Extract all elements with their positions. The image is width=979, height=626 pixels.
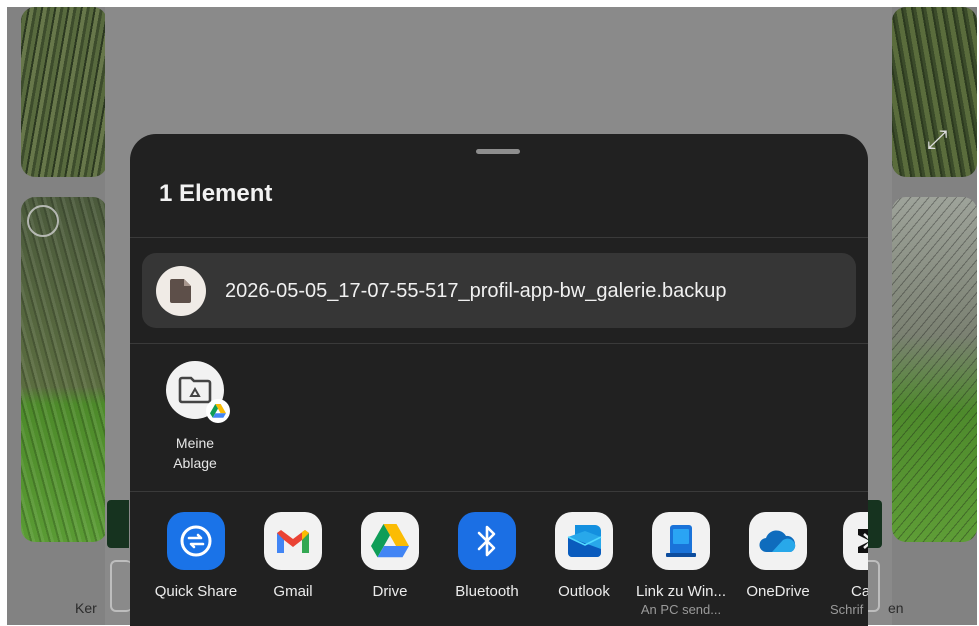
direct-target-label: Meine Ablage xyxy=(173,435,217,471)
capcut-icon xyxy=(843,512,868,570)
google-drive-icon xyxy=(361,512,419,570)
direct-share-target-my-drive[interactable]: Meine Ablage xyxy=(152,361,238,473)
app-quick-share[interactable]: Quick Share xyxy=(148,512,244,602)
divider xyxy=(130,237,868,238)
gmail-icon xyxy=(264,512,322,570)
link-to-windows-icon xyxy=(652,512,710,570)
app-drive[interactable]: Drive xyxy=(342,512,438,602)
gallery-photo[interactable] xyxy=(21,7,107,177)
bluetooth-icon xyxy=(458,512,516,570)
outlook-icon xyxy=(555,512,613,570)
document-icon xyxy=(156,266,206,316)
file-name: 2026-05-05_17-07-55-517_profil-app-bw_ga… xyxy=(225,280,727,302)
sheet-title: 1 Element xyxy=(159,180,273,207)
google-drive-badge-icon xyxy=(206,399,230,423)
file-preview-card: 2026-05-05_17-07-55-517_profil-app-bw_ga… xyxy=(142,253,856,328)
onedrive-icon xyxy=(749,512,807,570)
outline-button-edge[interactable] xyxy=(110,560,132,612)
expand-icon[interactable]: ⤢ xyxy=(922,124,952,154)
quick-share-icon xyxy=(167,512,225,570)
app-link-to-windows[interactable]: Link zu Win... An PC send... xyxy=(633,512,729,617)
share-sheet: 1 Element 2026-05-05_17-07-55-517_profil… xyxy=(130,134,868,626)
divider xyxy=(130,491,868,492)
gallery-photo[interactable] xyxy=(892,197,977,542)
divider xyxy=(130,343,868,344)
app-onedrive[interactable]: OneDrive xyxy=(730,512,826,602)
drag-handle[interactable] xyxy=(476,149,520,154)
green-button-edge[interactable] xyxy=(107,500,129,548)
app-gmail[interactable]: Gmail xyxy=(245,512,341,602)
select-circle-icon[interactable] xyxy=(27,205,59,237)
app-capcut[interactable]: Ca Schrif xyxy=(827,512,868,617)
app-bluetooth[interactable]: Bluetooth xyxy=(439,512,535,602)
app-row: Quick Share Gmail Drive Bluetooth Outloo… xyxy=(130,512,868,626)
drive-folder-icon xyxy=(166,361,230,423)
app-outlook[interactable]: Outlook xyxy=(536,512,632,602)
gallery-photo[interactable] xyxy=(21,197,107,542)
background-label: en xyxy=(888,600,904,616)
background-label: Ker xyxy=(75,600,97,616)
